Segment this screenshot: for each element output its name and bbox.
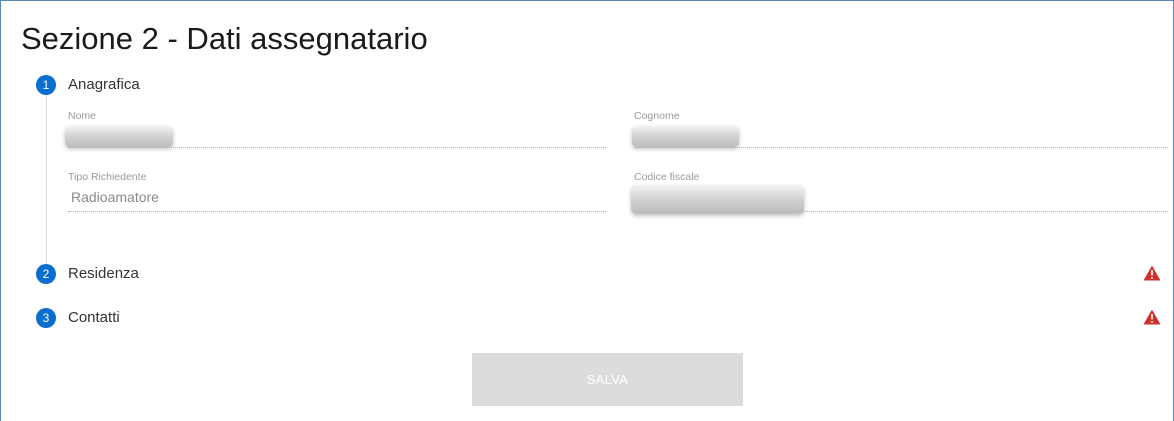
codice-fiscale-field[interactable] xyxy=(634,211,1168,212)
cognome-field[interactable] xyxy=(634,147,1168,148)
step-1-number[interactable]: 1 xyxy=(36,75,56,95)
cognome-redacted-value xyxy=(632,126,739,147)
step-3-number[interactable]: 3 xyxy=(36,308,56,328)
nome-field[interactable] xyxy=(68,147,606,148)
step-2-number[interactable]: 2 xyxy=(36,264,56,284)
nome-label: Nome xyxy=(68,110,97,122)
nome-redacted-value xyxy=(65,126,173,147)
section-title: Sezione 2 - Dati assegnatario xyxy=(21,21,428,56)
step-1-label[interactable]: Anagrafica xyxy=(68,76,140,93)
section-panel: Sezione 2 - Dati assegnatario 1 Anagrafi… xyxy=(0,0,1174,421)
warning-triangle-icon xyxy=(1143,309,1161,325)
save-button[interactable]: SALVA xyxy=(472,353,743,406)
step-3-label[interactable]: Contatti xyxy=(68,309,120,326)
steps-timeline xyxy=(46,93,47,273)
tipo-richiedente-label: Tipo Richiedente xyxy=(68,171,147,183)
step-2-label[interactable]: Residenza xyxy=(68,265,139,282)
codice-fiscale-redacted-value xyxy=(631,185,804,214)
cognome-label: Cognome xyxy=(634,110,680,122)
warning-triangle-icon xyxy=(1143,265,1161,281)
codice-fiscale-label: Codice fiscale xyxy=(634,171,700,183)
tipo-richiedente-field[interactable] xyxy=(68,211,606,212)
tipo-richiedente-value: Radioamatore xyxy=(71,189,159,205)
